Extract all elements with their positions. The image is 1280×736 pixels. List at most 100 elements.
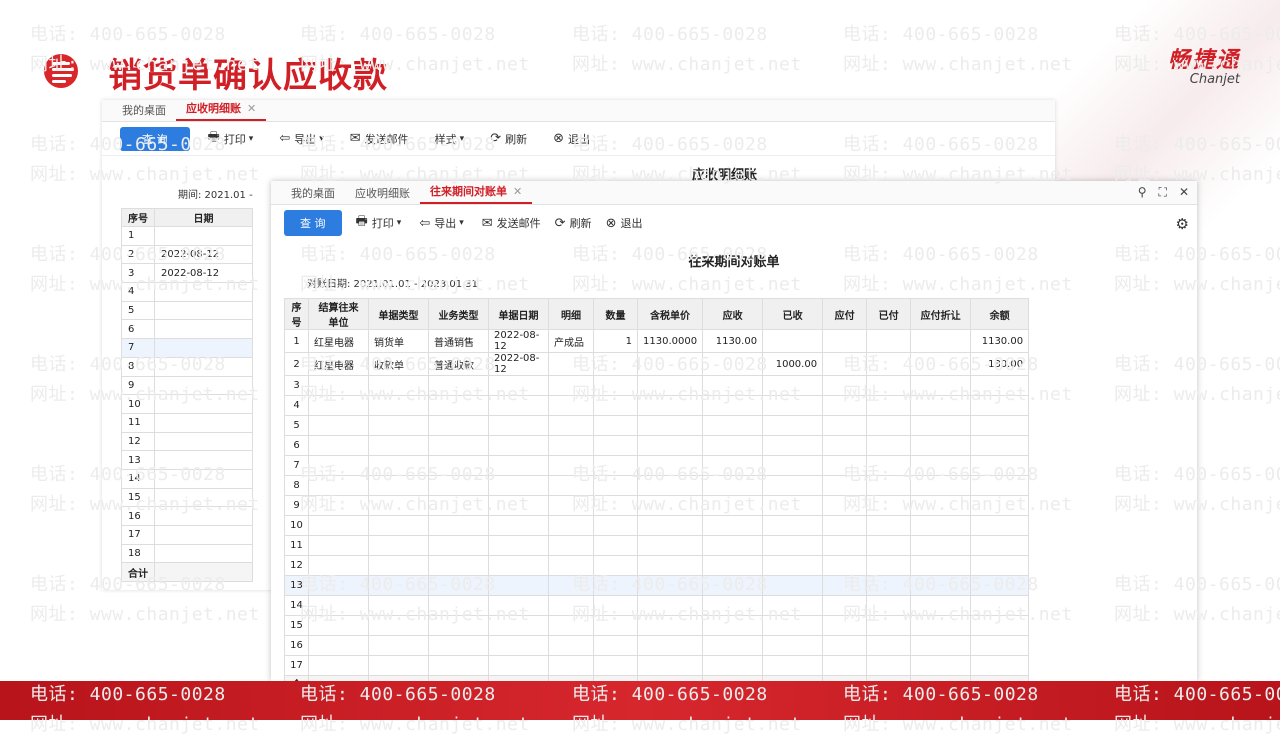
table-cell: 12 — [284, 555, 309, 576]
table-row[interactable]: 16 — [284, 635, 1030, 656]
email-button[interactable]: ✉ 发送邮件 — [482, 215, 541, 231]
table-cell — [636, 575, 704, 596]
tab-desktop[interactable]: 我的桌面 — [281, 182, 345, 204]
table-row[interactable]: 12 — [284, 555, 1030, 576]
table-row[interactable]: 10 — [284, 515, 1030, 536]
style-button[interactable]: 样式 ▾ — [435, 131, 465, 147]
print-button[interactable]: 🖶 打印 ▾ — [208, 128, 254, 150]
column-header[interactable]: 应付 — [822, 298, 868, 330]
table-row[interactable]: 8 — [121, 356, 253, 377]
table-row[interactable]: 6 — [121, 319, 253, 340]
table-row[interactable]: 1 红星电器 销货单 普通销售 2022-08-12 产成品 1 1130.0000 1130.… — [284, 329, 1030, 353]
column-header[interactable]: 序号 — [121, 208, 155, 227]
column-header[interactable]: 明细 — [548, 298, 594, 330]
print-button[interactable]: 🖶 打印 ▾ — [356, 212, 402, 234]
maximize-icon[interactable]: ⛶ — [1159, 185, 1167, 200]
query-button[interactable]: 查 询 — [120, 126, 190, 151]
search-icon[interactable]: ⚲ — [1138, 185, 1147, 200]
tab-period-statement[interactable]: 往来期间对账单 ✕ — [420, 180, 533, 204]
table-row[interactable]: 7 — [284, 455, 1030, 476]
table-row[interactable]: 17 — [121, 525, 253, 545]
table-cell — [762, 455, 824, 476]
table-cell — [593, 555, 638, 576]
chevron-down-icon: ▾ — [459, 133, 465, 144]
email-button[interactable]: ✉ 发送邮件 — [350, 131, 409, 147]
table-row[interactable]: 18 — [121, 543, 253, 564]
table-cell — [822, 375, 868, 396]
export-button[interactable]: ⇦ 导出 ▾ — [419, 215, 463, 231]
column-header[interactable]: 业务类型 — [428, 298, 489, 330]
table-row[interactable]: 9 — [284, 495, 1030, 516]
column-header[interactable]: 含税单价 — [636, 298, 704, 330]
table-row[interactable]: 16 — [121, 506, 253, 526]
exit-button[interactable]: ⊗ 退出 — [553, 131, 590, 147]
table-row[interactable]: 8 — [284, 475, 1030, 496]
statement-table: 序号 结算往来单位 单据类型 业务类型 单据日期 明细 数量 含税单价 应收 已收 应付 已付 应付折让… — [284, 298, 1030, 707]
chevron-down-icon: ▾ — [459, 218, 464, 228]
table-cell — [636, 495, 704, 516]
column-header[interactable]: 日期 — [154, 208, 253, 227]
column-header[interactable]: 应收 — [702, 298, 764, 330]
column-header[interactable]: 序号 — [284, 298, 309, 330]
column-header[interactable]: 结算往来单位 — [308, 298, 369, 330]
table-row[interactable]: 13 — [284, 575, 1030, 596]
table-row[interactable]: 5 — [284, 415, 1030, 436]
table-row[interactable]: 9 — [121, 375, 253, 396]
table-cell — [702, 515, 764, 536]
table-row[interactable]: 11 — [121, 412, 253, 433]
table-cell — [548, 575, 594, 596]
table-row[interactable]: 14 — [121, 468, 253, 489]
table-cell — [762, 615, 824, 636]
table-cell — [866, 395, 912, 416]
column-header[interactable]: 已收 — [762, 298, 824, 330]
table-row[interactable]: 4 — [121, 282, 253, 302]
refresh-button[interactable]: ⟳ 刷新 — [555, 215, 592, 231]
refresh-button[interactable]: ⟳ 刷新 — [490, 131, 527, 147]
close-icon[interactable]: ✕ — [1179, 185, 1189, 200]
column-header[interactable]: 已付 — [866, 298, 912, 330]
table-cell — [428, 415, 489, 436]
column-header[interactable]: 余额 — [970, 298, 1030, 330]
table-row[interactable]: 14 — [284, 595, 1030, 616]
table-row[interactable]: 3 2022-08-12 — [121, 263, 253, 284]
table-row[interactable]: 4 — [284, 395, 1030, 416]
tab-receivable-ledger[interactable]: 应收明细账 — [345, 182, 420, 204]
table-row[interactable]: 12 — [121, 431, 253, 452]
table-cell — [910, 435, 972, 456]
table-cell — [154, 226, 253, 246]
column-header[interactable]: 数量 — [593, 298, 638, 330]
table-row[interactable]: 7 — [121, 338, 253, 358]
table-row[interactable]: 15 — [121, 487, 253, 508]
table-cell — [368, 395, 429, 416]
table-row[interactable]: 2 2022-08-12 — [121, 244, 253, 265]
column-header[interactable]: 单据日期 — [488, 298, 549, 330]
table-row[interactable]: 5 — [121, 300, 253, 321]
table-cell — [866, 352, 912, 376]
tab-desktop[interactable]: 我的桌面 — [112, 99, 176, 121]
table-cell: 8 — [121, 356, 155, 377]
table-row[interactable]: 10 — [121, 394, 253, 414]
table-cell — [636, 635, 704, 656]
exit-button[interactable]: ⊗ 退出 — [606, 215, 643, 231]
column-header[interactable]: 应付折让 — [910, 298, 972, 330]
close-icon[interactable]: ✕ — [513, 185, 522, 198]
table-cell: 1000.00 — [762, 352, 824, 376]
column-header[interactable]: 单据类型 — [368, 298, 429, 330]
table-row[interactable]: 13 — [121, 450, 253, 470]
export-button[interactable]: ⇦ 导出 ▾ — [279, 131, 323, 147]
table-row[interactable]: 17 — [284, 655, 1030, 676]
table-cell — [762, 395, 824, 416]
tab-receivable-ledger[interactable]: 应收明细账 ✕ — [176, 97, 267, 121]
table-row[interactable]: 11 — [284, 535, 1030, 556]
query-button[interactable]: 查 询 — [284, 210, 342, 236]
table-row[interactable]: 6 — [284, 435, 1030, 456]
table-row[interactable]: 2 红星电器 收款单 普通收款 2022-08-12 1000.00 130.00 — [284, 352, 1030, 376]
table-row[interactable]: 1 — [121, 226, 253, 246]
close-icon[interactable]: ✕ — [247, 102, 256, 115]
table-cell — [154, 338, 253, 358]
table-cell — [308, 655, 369, 676]
table-cell — [970, 455, 1030, 476]
table-row[interactable]: 3 — [284, 375, 1030, 396]
table-row[interactable]: 15 — [284, 615, 1030, 636]
gear-icon[interactable]: ⚙ — [1176, 215, 1189, 233]
